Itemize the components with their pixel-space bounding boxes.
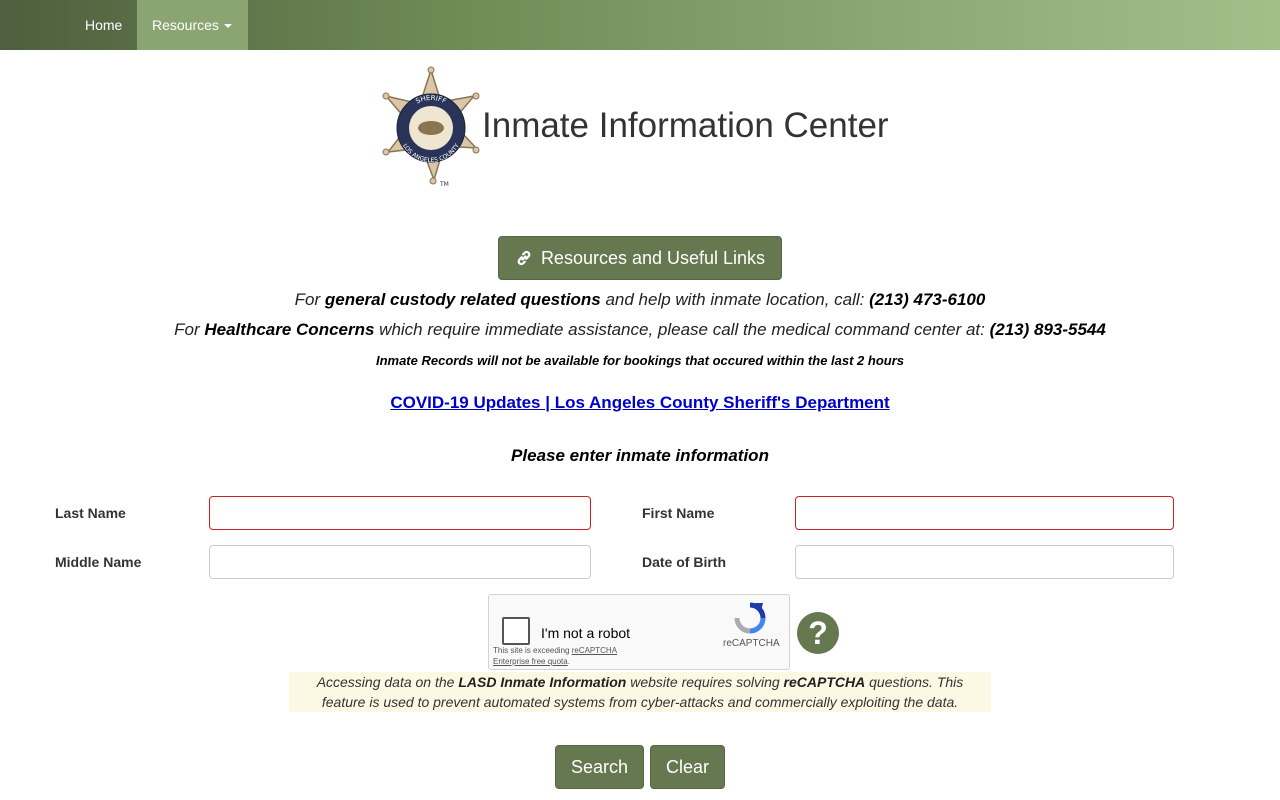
question-icon[interactable]: ? <box>797 612 839 654</box>
covid-updates-link-row: COVID-19 Updates | Los Angeles County Sh… <box>0 393 1280 413</box>
nav-home[interactable]: Home <box>70 0 137 50</box>
custody-phone: (213) 473-6100 <box>869 290 986 309</box>
nav-resources-label: Resources <box>152 17 219 33</box>
form-prompt: Please enter inmate information <box>511 446 769 465</box>
recaptcha-widget: I'm not a robot reCAPTCHA This site is e… <box>488 594 790 670</box>
page-title: Inmate Information Center <box>482 106 889 145</box>
search-button[interactable]: Search <box>555 745 644 789</box>
resources-links-button[interactable]: Resources and Useful Links <box>498 236 782 280</box>
link-icon <box>517 250 531 266</box>
sheriff-star-logo: SHERIFF LOS ANGELES COUNTY TM <box>376 66 486 188</box>
first-name-input[interactable] <box>795 496 1174 530</box>
dob-label: Date of Birth <box>642 554 726 570</box>
recaptcha-disclaimer: Accessing data on the LASD Inmate Inform… <box>289 672 991 712</box>
svg-text:TM: TM <box>439 181 449 188</box>
custody-info-line: For general custody related questions an… <box>294 290 986 309</box>
covid-updates-link[interactable]: COVID-19 Updates | Los Angeles County Sh… <box>390 393 889 412</box>
resources-links-label: Resources and Useful Links <box>540 247 766 268</box>
middle-name-input[interactable] <box>209 545 591 579</box>
top-navbar: Home Resources <box>0 0 1280 50</box>
dob-input[interactable] <box>795 545 1174 579</box>
recaptcha-checkbox[interactable] <box>502 617 530 645</box>
first-name-label: First Name <box>642 505 715 521</box>
recaptcha-label: I'm not a robot <box>541 625 631 641</box>
last-name-label: Last Name <box>55 505 126 521</box>
recaptcha-quota-warning: This site is exceeding reCAPTCHA Enterpr… <box>493 646 618 666</box>
clear-button[interactable]: Clear <box>650 745 725 789</box>
caret-down-icon <box>223 24 232 29</box>
nav-resources-dropdown[interactable]: Resources <box>137 0 248 50</box>
medical-phone: (213) 893-5544 <box>989 320 1106 339</box>
healthcare-info-line: For Healthcare Concerns which require im… <box>174 320 1106 339</box>
records-notice: Inmate Records will not be available for… <box>375 353 905 368</box>
recaptcha-icon <box>734 602 766 634</box>
last-name-input[interactable] <box>209 496 591 530</box>
recaptcha-brand: reCAPTCHA <box>723 638 780 649</box>
middle-name-label: Middle Name <box>55 554 142 570</box>
